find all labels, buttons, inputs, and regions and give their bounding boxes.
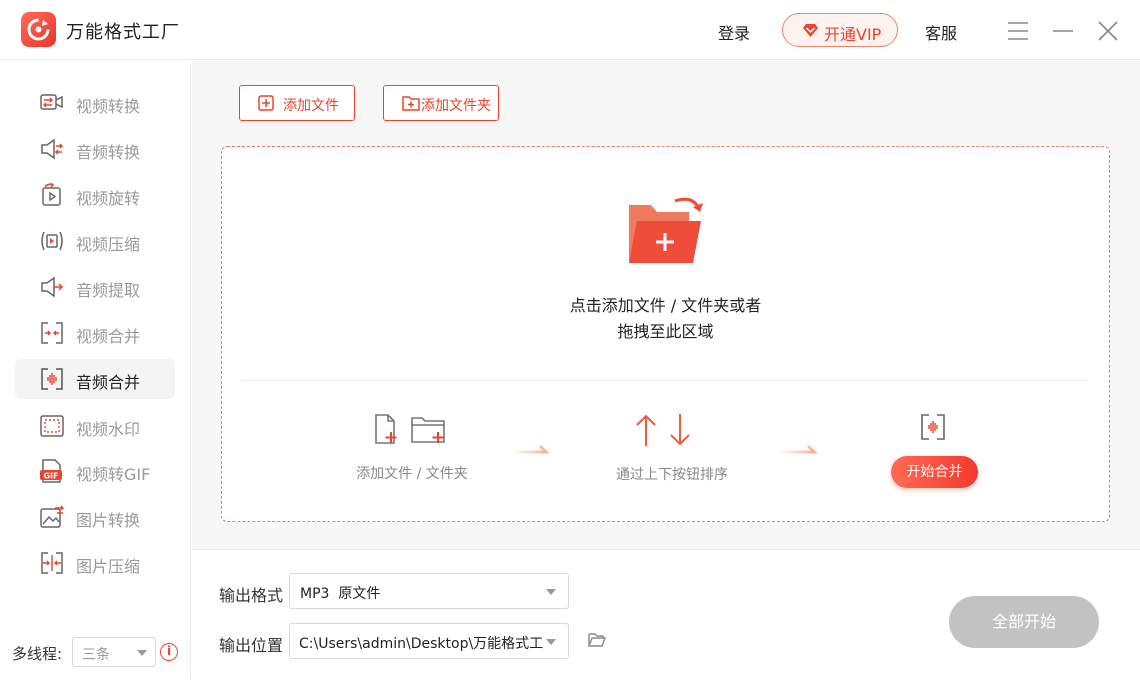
sidebar-item-label: 视频转换 — [76, 97, 141, 116]
close-icon[interactable] — [1097, 20, 1119, 42]
title-bar: 万能格式工厂 登录 开通VIP 客服 — [0, 0, 1140, 60]
add-file-step-icon — [375, 414, 445, 444]
sidebar-item-video-rotate[interactable]: 视频旋转 — [15, 175, 175, 215]
sort-up-down-icon — [636, 414, 690, 446]
sidebar-item-label: 视频旋转 — [76, 189, 141, 208]
sidebar-item-audio-extract[interactable]: 音频提取 — [15, 267, 175, 307]
vip-label: 开通VIP — [824, 25, 882, 44]
info-icon[interactable]: i — [160, 643, 178, 661]
output-panel: 输出格式 MP3 原文件 输出位置 C:\Users\admin\Desktop… — [192, 549, 1140, 680]
image-compress-icon — [41, 552, 63, 574]
drop-hint-line1: 点击添加文件 / 文件夹或者 — [569, 296, 762, 315]
chevron-down-icon — [137, 650, 147, 656]
folder-add-icon — [629, 197, 703, 263]
minimize-icon[interactable] — [1052, 20, 1074, 42]
sidebar-item-video-to-gif[interactable]: GIF 视频转GIF — [15, 451, 175, 491]
sidebar-item-video-watermark[interactable]: 视频水印 — [15, 406, 175, 446]
image-convert-icon — [40, 505, 64, 528]
sidebar-item-audio-merge[interactable]: 音频合并 — [15, 359, 175, 399]
sidebar-item-image-compress[interactable]: 图片压缩 — [15, 543, 175, 583]
chevron-down-icon — [546, 589, 556, 595]
add-folder-label: 添加文件夹 — [421, 98, 491, 114]
add-folder-button[interactable]: 添加文件夹 — [383, 85, 499, 121]
output-path-select[interactable]: C:\Users\admin\Desktop\万能格式工厂 — [289, 623, 569, 659]
main-panel: 添加文件 添加文件夹 点击添加文件 / 文件夹或者 拖拽至此区域 添加文件 / … — [192, 61, 1140, 549]
sidebar-item-image-convert[interactable]: 图片转换 — [15, 497, 175, 537]
output-path-value: C:\Users\admin\Desktop\万能格式工厂 — [299, 636, 544, 652]
sidebar-item-label: 图片转换 — [76, 511, 141, 530]
app-logo-icon — [21, 12, 56, 47]
sidebar-item-audio-convert[interactable]: 音频转换 — [15, 129, 175, 169]
drop-zone[interactable]: 点击添加文件 / 文件夹或者 拖拽至此区域 添加文件 / 文件夹 通过上下按钮排… — [221, 146, 1110, 522]
output-format-label: 输出格式 — [219, 586, 284, 605]
chevron-down-icon — [546, 639, 556, 645]
menu-icon[interactable] — [1007, 20, 1029, 42]
audio-convert-icon — [41, 138, 64, 160]
login-button[interactable]: 登录 — [718, 20, 750, 44]
vip-button[interactable]: 开通VIP — [782, 13, 898, 47]
threads-select[interactable]: 三条 — [72, 637, 156, 667]
output-format-select[interactable]: MP3 原文件 — [289, 573, 569, 609]
video-merge-icon — [41, 322, 63, 344]
video-to-gif-icon: GIF — [40, 459, 62, 483]
sidebar-item-label: 视频水印 — [76, 420, 141, 439]
video-compress-icon — [41, 231, 63, 251]
sidebar-item-label: 视频压缩 — [76, 235, 141, 254]
sidebar-item-video-compress[interactable]: 视频压缩 — [15, 221, 175, 261]
sidebar-item-label: 音频合并 — [76, 373, 141, 392]
drop-hint-line2: 拖拽至此区域 — [617, 322, 714, 341]
sidebar-item-label: 视频转GIF — [76, 465, 151, 484]
start-all-button[interactable]: 全部开始 — [949, 596, 1099, 648]
step-sort-label: 通过上下按钮排序 — [616, 467, 728, 483]
add-file-button[interactable]: 添加文件 — [239, 85, 355, 121]
diamond-icon — [803, 24, 818, 37]
threads-value: 三条 — [82, 647, 110, 663]
audio-merge-icon — [41, 368, 63, 390]
app-title: 万能格式工厂 — [66, 22, 180, 43]
video-convert-icon — [40, 94, 63, 110]
sidebar: 视频转换 音频转换 视频旋转 视频压缩 音频提取 视频合并 音频合并 视频水印 … — [0, 61, 191, 680]
sidebar-item-label: 图片压缩 — [76, 557, 141, 576]
sidebar-item-label: 音频转换 — [76, 143, 141, 162]
svg-text:GIF: GIF — [43, 472, 58, 481]
audio-merge-step-icon — [921, 414, 945, 440]
video-rotate-icon — [42, 183, 61, 206]
arrow-right-icon — [512, 444, 550, 454]
start-merge-button[interactable]: 开始合并 — [891, 456, 978, 488]
add-file-icon — [258, 95, 274, 111]
customer-service-button[interactable]: 客服 — [925, 20, 957, 44]
divider — [241, 380, 1089, 381]
sidebar-item-video-merge[interactable]: 视频合并 — [15, 313, 175, 353]
step-add-label: 添加文件 / 文件夹 — [356, 466, 468, 482]
open-folder-icon[interactable] — [588, 632, 606, 647]
video-watermark-icon — [40, 415, 64, 437]
sidebar-item-video-convert[interactable]: 视频转换 — [15, 83, 175, 123]
output-format-value: MP3 原文件 — [300, 586, 381, 602]
threads-label: 多线程: — [12, 645, 63, 663]
output-path-label: 输出位置 — [219, 636, 284, 655]
sidebar-item-label: 视频合并 — [76, 327, 141, 346]
sidebar-item-label: 音频提取 — [76, 281, 141, 300]
add-folder-icon — [402, 96, 420, 111]
arrow-right-icon — [780, 444, 818, 454]
audio-extract-icon — [41, 276, 64, 298]
add-file-label: 添加文件 — [283, 98, 339, 114]
